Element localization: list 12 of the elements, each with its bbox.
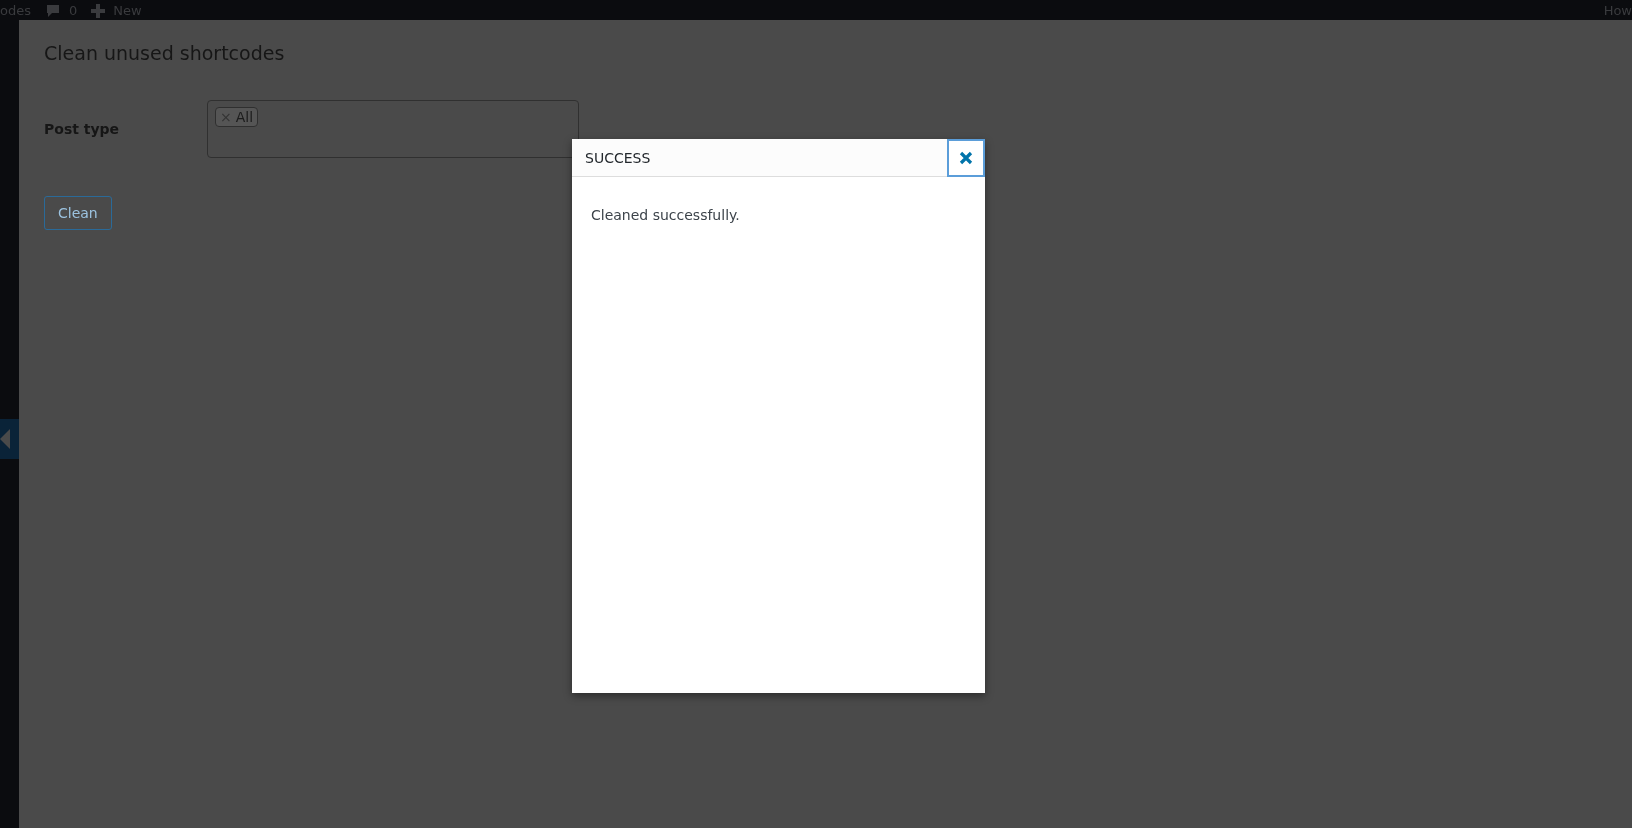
clean-button[interactable]: Clean [44,196,112,230]
close-button[interactable] [947,138,985,177]
tag-label: All [235,109,254,125]
remove-mark[interactable]: × [220,109,232,125]
modal-title: SUCCESS [585,149,651,166]
plus-icon [91,3,106,18]
triangle-left-icon [0,429,10,449]
speech-bubble-icon [45,3,61,18]
multi-select-field[interactable]: × All [207,100,579,158]
close-icon [959,150,973,165]
modal-message: Cleaned successfully. [591,207,741,223]
tag-chip[interactable]: × All [215,107,259,127]
